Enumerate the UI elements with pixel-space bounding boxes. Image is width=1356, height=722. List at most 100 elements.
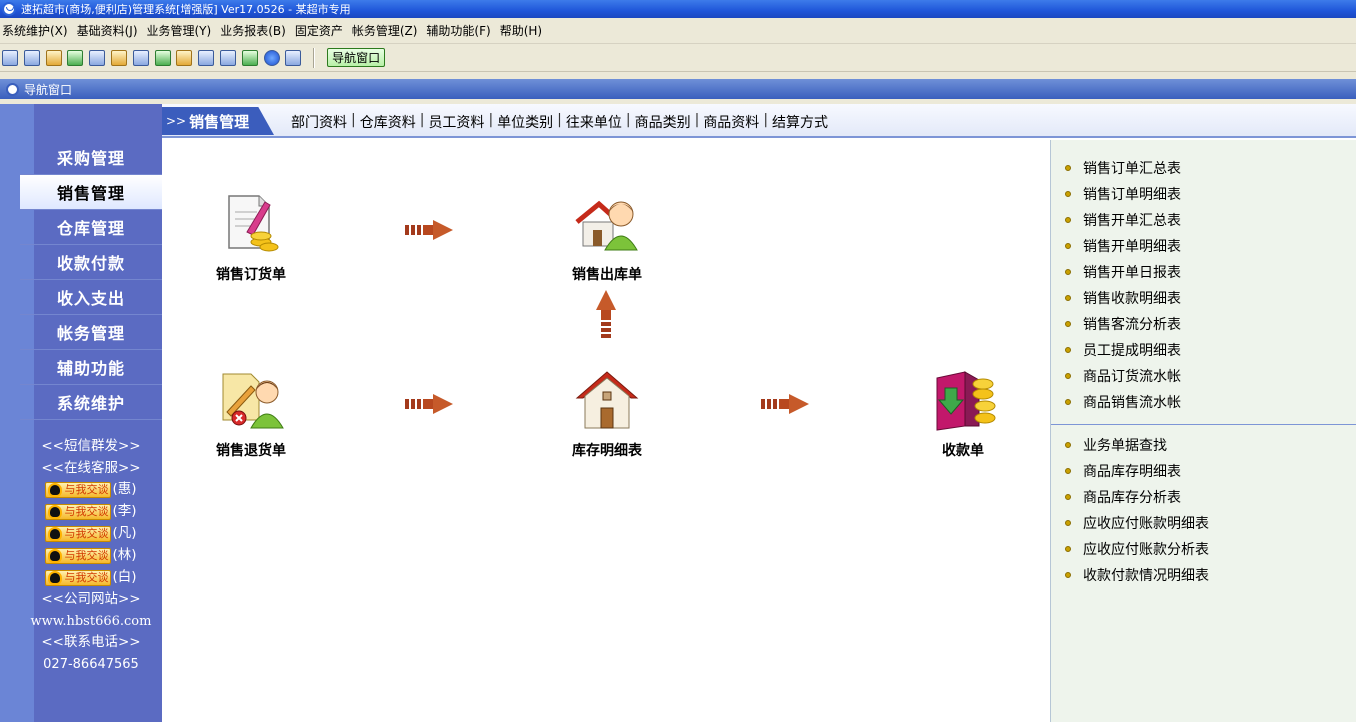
quick-link-department[interactable]: 部门资料 [291, 112, 347, 132]
bullet-icon [1065, 399, 1071, 405]
transfer-icon[interactable] [154, 49, 171, 66]
flow-sales-order-label: 销售订货单 [216, 267, 286, 283]
tools-icon[interactable] [110, 49, 127, 66]
qq-contact[interactable]: 与我交谈 (白) [20, 567, 162, 589]
users-icon[interactable] [132, 49, 149, 66]
report-link[interactable]: 销售收款明细表 [1051, 285, 1356, 311]
arrow-right-icon [405, 220, 453, 240]
flow-sales-return[interactable]: 销售退货单 [191, 368, 311, 460]
report-link-label: 业务单据查找 [1083, 438, 1167, 454]
folder-icon[interactable] [176, 49, 193, 66]
sidebar-item-income-expense[interactable]: 收入支出 [20, 280, 162, 315]
report-link[interactable]: 应收应付账款分析表 [1051, 536, 1356, 562]
bullet-icon [1065, 165, 1071, 171]
quick-link-product[interactable]: 商品资料 [703, 112, 759, 132]
bullet-icon [1065, 442, 1071, 448]
report-link[interactable]: 应收应付账款明细表 [1051, 510, 1356, 536]
menu-fixed-assets[interactable]: 固定资产 [295, 22, 343, 39]
quick-link-separator: | [488, 112, 494, 128]
flow-inventory-detail[interactable]: 库存明细表 [547, 368, 667, 460]
qq-contact[interactable]: 与我交谈 (林) [20, 545, 162, 567]
quick-link-product-category[interactable]: 商品类别 [635, 112, 691, 132]
menu-accounts[interactable]: 帐务管理(Z) [352, 22, 418, 39]
report-link[interactable]: 销售订单汇总表 [1051, 155, 1356, 181]
gift-icon[interactable] [89, 49, 106, 66]
sms-link[interactable]: <<短信群发>> [20, 436, 162, 458]
report-link[interactable]: 收款付款情况明细表 [1051, 562, 1356, 588]
exit-icon[interactable] [285, 49, 302, 66]
save-icon[interactable] [219, 49, 236, 66]
report-link[interactable]: 销售客流分析表 [1051, 311, 1356, 337]
report-link-label: 商品销售流水帐 [1083, 395, 1181, 411]
report-link[interactable]: 员工提成明细表 [1051, 337, 1356, 363]
print-icon[interactable] [241, 49, 258, 66]
sidebar-item-system[interactable]: 系统维护 [20, 385, 162, 420]
report-link[interactable]: 销售开单日报表 [1051, 259, 1356, 285]
report-link[interactable]: 商品库存分析表 [1051, 484, 1356, 510]
qq-chat-button[interactable]: 与我交谈 [45, 504, 112, 521]
qq-chat-label: 与我交谈 [64, 483, 109, 497]
section-bar: >> 销售管理 部门资料 | 仓库资料 | 员工资料 | 单位类别 | 往来单位 | 商品… [162, 104, 1356, 138]
report-link-label: 应收应付账款明细表 [1083, 516, 1209, 532]
sidebar-item-sales[interactable]: 销售管理 [20, 175, 162, 210]
report-link[interactable]: 商品销售流水帐 [1051, 389, 1356, 415]
menu-auxiliary[interactable]: 辅助功能(F) [426, 22, 490, 39]
report-link[interactable]: 业务单据查找 [1051, 432, 1356, 458]
form-icon[interactable] [23, 49, 40, 66]
toolbar-separator [313, 47, 316, 68]
qq-contact[interactable]: 与我交谈 (凡) [20, 523, 162, 545]
flow-sales-order[interactable]: 销售订货单 [191, 192, 311, 284]
house-user-icon [573, 192, 641, 258]
search-doc-icon[interactable] [67, 49, 84, 66]
quick-link-employee[interactable]: 员工资料 [428, 112, 484, 132]
grid-icon[interactable] [2, 49, 18, 66]
bullet-icon [1065, 373, 1071, 379]
website-link[interactable]: www.hbst666.com [20, 611, 162, 633]
quick-link-separator: | [625, 112, 631, 128]
qq-chat-label: 与我交谈 [64, 571, 109, 585]
menu-reports[interactable]: 业务报表(B) [220, 22, 286, 39]
sidebar-item-purchase[interactable]: 采购管理 [20, 140, 162, 175]
sidebar-item-accounts[interactable]: 帐务管理 [20, 315, 162, 350]
report-link-label: 销售开单明细表 [1083, 239, 1181, 255]
sidebar-item-warehouse[interactable]: 仓库管理 [20, 210, 162, 245]
qq-contact[interactable]: 与我交谈 (惠) [20, 479, 162, 501]
menu-help[interactable]: 帮助(H) [500, 22, 542, 39]
quick-link-partners[interactable]: 往来单位 [566, 112, 622, 132]
report-link[interactable]: 销售开单明细表 [1051, 233, 1356, 259]
sidebar-links: <<短信群发>> <<在线客服>> 与我交谈 (惠) 与我交谈 (李) 与我交谈 (凡… [20, 436, 162, 676]
report-link-label: 销售客流分析表 [1083, 317, 1181, 333]
help-icon[interactable] [263, 49, 280, 66]
bullet-icon [1065, 546, 1071, 552]
online-service-link[interactable]: <<在线客服>> [20, 458, 162, 480]
report-link[interactable]: 销售订单明细表 [1051, 181, 1356, 207]
quick-link-settlement[interactable]: 结算方式 [772, 112, 828, 132]
flow-sales-outbound[interactable]: 销售出库单 [547, 192, 667, 284]
report-link-label: 收款付款情况明细表 [1083, 568, 1209, 584]
menu-business[interactable]: 业务管理(Y) [147, 22, 212, 39]
qq-chat-button[interactable]: 与我交谈 [45, 570, 112, 587]
qq-penguin-icon [48, 527, 63, 542]
windows-icon[interactable] [45, 49, 62, 66]
qq-chat-button[interactable]: 与我交谈 [45, 526, 112, 543]
qq-contact[interactable]: 与我交谈 (李) [20, 501, 162, 523]
report-link[interactable]: 商品订货流水帐 [1051, 363, 1356, 389]
menu-system-maintenance[interactable]: 系统维护(X) [2, 22, 68, 39]
nav-window-button[interactable]: 导航窗口 [327, 48, 386, 67]
sidebar-item-auxiliary[interactable]: 辅助功能 [20, 350, 162, 385]
qq-chat-label: 与我交谈 [64, 549, 109, 563]
arrow-right-icon [761, 394, 809, 414]
bullet-icon [1065, 243, 1071, 249]
quick-link-unit-category[interactable]: 单位类别 [497, 112, 553, 132]
menu-basic-data[interactable]: 基础资料(J) [77, 22, 138, 39]
sidebar-item-receipts-payments[interactable]: 收款付款 [20, 245, 162, 280]
qq-penguin-icon [48, 505, 63, 520]
monitor-icon[interactable] [198, 49, 215, 66]
flow-receipt[interactable]: 收款单 [903, 368, 1023, 460]
report-link[interactable]: 销售开单汇总表 [1051, 207, 1356, 233]
arrow-up-icon [596, 290, 616, 338]
report-link[interactable]: 商品库存明细表 [1051, 458, 1356, 484]
quick-link-warehouse[interactable]: 仓库资料 [360, 112, 416, 132]
qq-chat-button[interactable]: 与我交谈 [45, 482, 112, 499]
qq-chat-button[interactable]: 与我交谈 [45, 548, 112, 565]
